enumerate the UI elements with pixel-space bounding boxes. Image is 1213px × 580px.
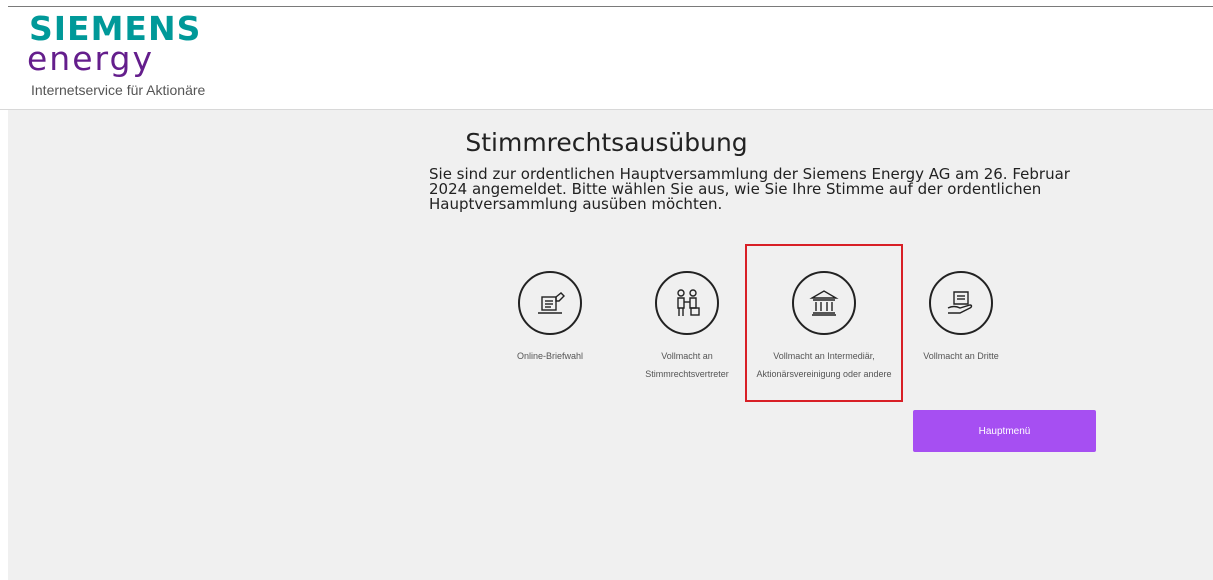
option-label: Vollmacht an Dritte (923, 351, 999, 361)
header: SIEMENS energy Internetservice für Aktio… (0, 7, 1213, 110)
main-menu-button[interactable]: Hauptmenü (913, 410, 1096, 452)
page-title: Stimmrechtsausübung (465, 128, 748, 157)
option-label: Vollmacht an Stimmrechtsvertreter (645, 351, 729, 379)
option-vollmacht-dritte[interactable]: Vollmacht an Dritte (911, 271, 1011, 365)
option-label: Online-Briefwahl (516, 351, 584, 361)
option-stimmrechtsvertreter[interactable]: Vollmacht an Stimmrechtsvertreter (635, 271, 739, 383)
hand-document-icon (929, 271, 993, 335)
ballot-box-icon (518, 271, 582, 335)
option-online-briefwahl[interactable]: Online-Briefwahl (497, 271, 603, 365)
tagline: Internetservice für Aktionäre (31, 82, 206, 98)
proxy-handshake-icon (655, 271, 719, 335)
logo-energy: energy (27, 39, 154, 78)
selection-highlight (745, 244, 903, 402)
intro-text: Sie sind zur ordentlichen Hauptversammlu… (429, 165, 1070, 213)
